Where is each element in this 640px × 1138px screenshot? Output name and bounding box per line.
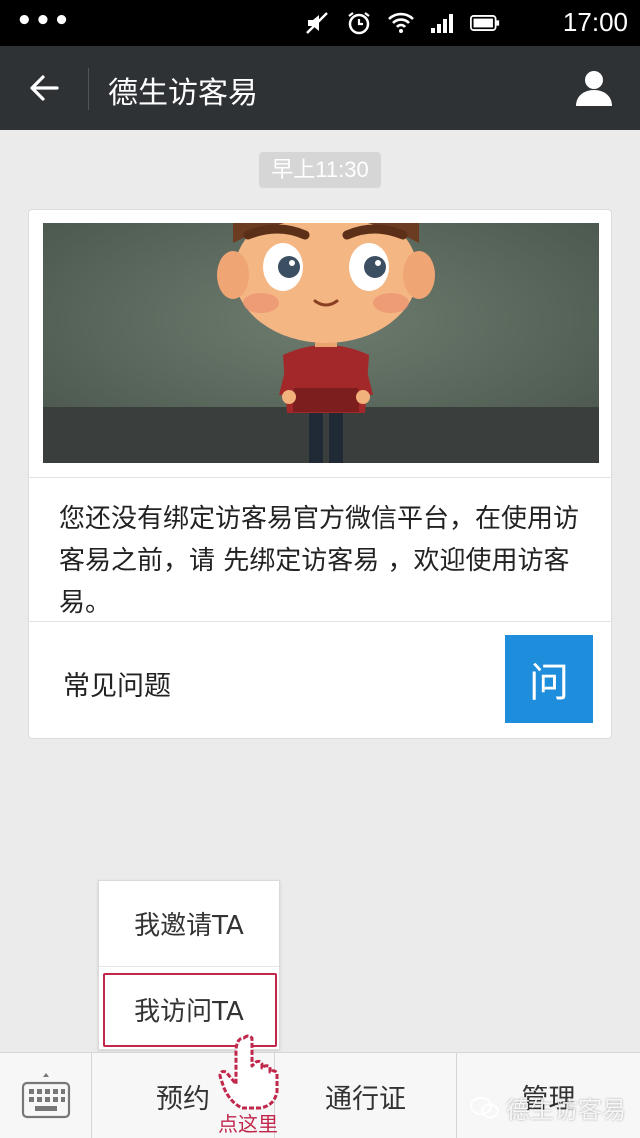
card-divider (29, 621, 611, 622)
cartoon-boy-illustration (43, 223, 599, 463)
back-arrow-icon (30, 75, 59, 101)
back-button[interactable] (20, 66, 68, 110)
mute-icon (302, 8, 332, 38)
menu-tab-pass[interactable]: 通行证 (275, 1053, 457, 1138)
wifi-icon (386, 8, 416, 38)
watermark: 德生访客易 (470, 1090, 626, 1125)
status-bar: ••• 17:00 (0, 0, 640, 46)
card-divider (29, 477, 611, 478)
battery-icon (470, 8, 500, 38)
profile-button[interactable] (572, 64, 616, 112)
signal-icon (428, 8, 458, 38)
menu-item-invite[interactable]: 我邀请TA (99, 881, 279, 965)
submenu-popup: 我邀请TA 我访问TA (98, 880, 280, 1050)
message-timestamp: 早上11:30 (259, 152, 381, 188)
banner-image[interactable] (43, 223, 599, 463)
title-bar: 德生访客易 (0, 46, 640, 130)
clock: 17:00 (562, 7, 628, 37)
keyboard-toggle-button[interactable] (0, 1053, 92, 1138)
title-divider (88, 68, 89, 110)
click-here-annotation: 点这里 (218, 1112, 278, 1136)
user-icon (576, 71, 612, 106)
message-card[interactable]: 您还没有绑定访客易官方微信平台，在使用访客易之前，请 先绑定访客易 ，欢迎使用访… (28, 209, 612, 739)
page-title: 德生访客易 (108, 76, 258, 111)
notification-dots: ••• (16, 6, 72, 36)
keyboard-icon (21, 1073, 70, 1119)
wechat-icon (470, 1096, 499, 1118)
alarm-icon (344, 8, 374, 38)
faq-button[interactable]: 问 (505, 635, 593, 723)
faq-link[interactable]: 常见问题 (63, 664, 171, 703)
watermark-text: 德生访客易 (506, 1096, 626, 1124)
hand-pointer-icon (218, 1034, 279, 1110)
status-icons (302, 8, 500, 38)
card-message: 您还没有绑定访客易官方微信平台，在使用访客易之前，请 先绑定访客易 ，欢迎使用访… (59, 504, 580, 618)
